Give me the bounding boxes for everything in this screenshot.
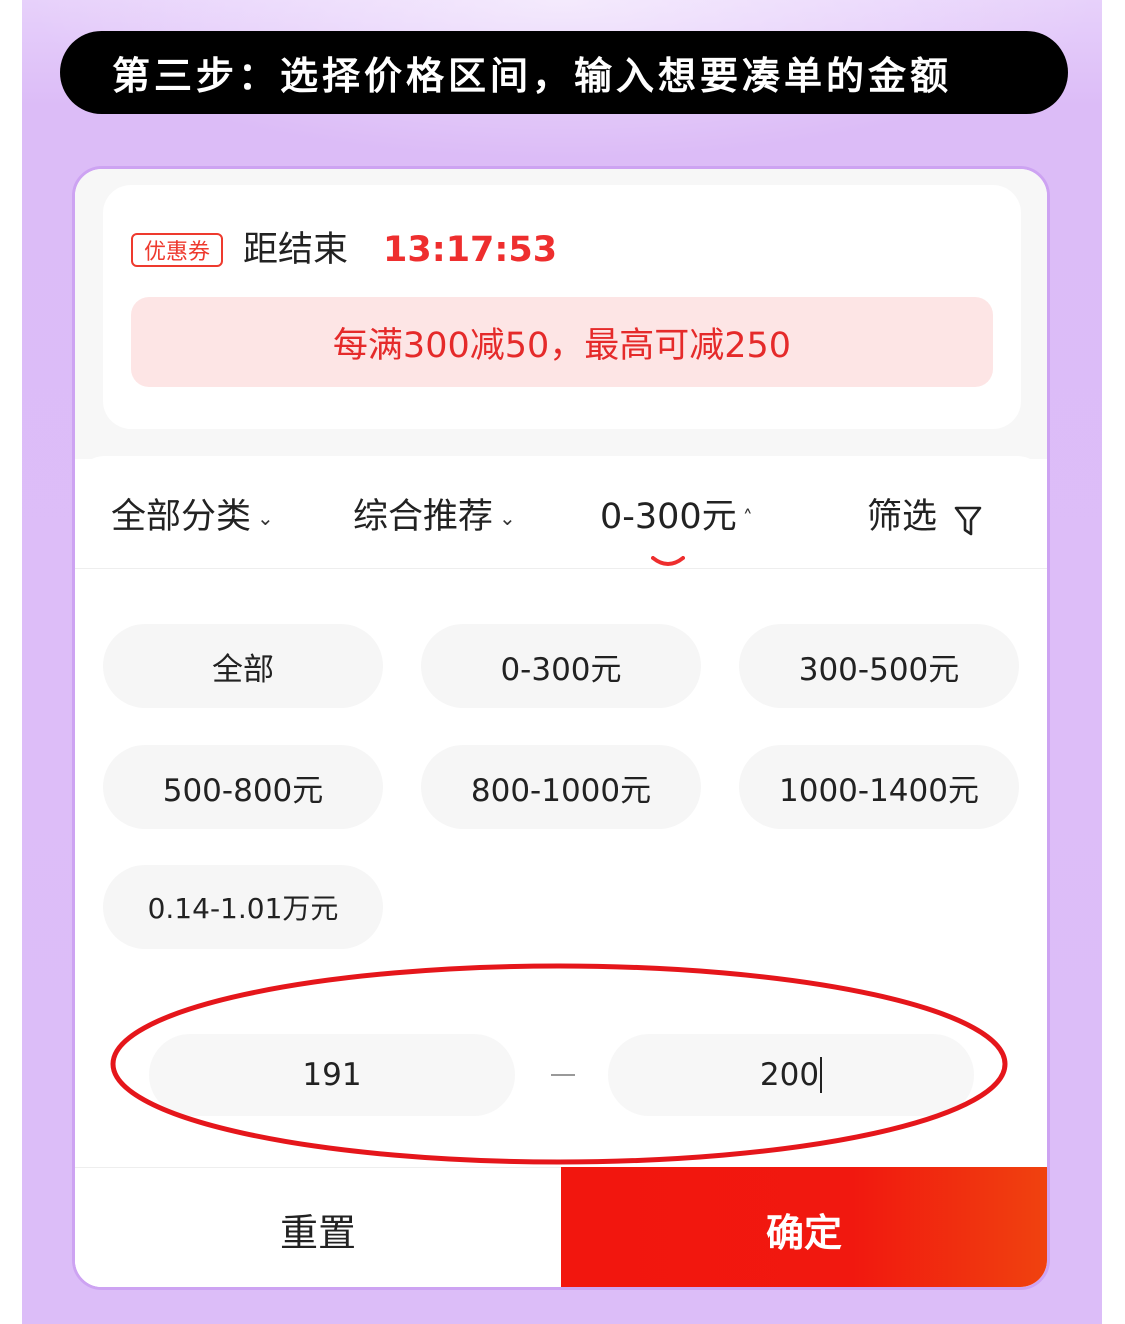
- coupon-area: 优惠券 距结束 13:17:53 每满300减50，最高可减250: [75, 169, 1047, 459]
- sort-all-categories[interactable]: 全部分类 ⌄: [111, 494, 274, 541]
- price-chip-300-500[interactable]: 300-500元: [739, 624, 1019, 708]
- discount-rule-bar: 每满300减50，最高可减250: [131, 297, 993, 387]
- confirm-button-label: 确定: [765, 1210, 842, 1255]
- min-price-input[interactable]: 191: [149, 1034, 515, 1116]
- countdown-label: 距结束: [243, 230, 349, 270]
- chevron-down-icon: ⌄: [499, 506, 516, 530]
- filter-funnel-icon[interactable]: [953, 504, 983, 538]
- price-chip-500-800[interactable]: 500-800元: [103, 745, 383, 829]
- reset-button-label: 重置: [279, 1211, 356, 1255]
- filter-area: 全部分类 ⌄ 综合推荐 ⌄ 0-300元 ˄ 筛选 全部 0-300元 300-…: [75, 456, 1047, 1287]
- chevron-up-icon: ˄: [742, 506, 753, 530]
- sort-filter-label: 筛选: [867, 497, 938, 537]
- price-chip-0-300[interactable]: 0-300元: [421, 624, 701, 708]
- coupon-tag: 优惠券: [131, 233, 223, 267]
- countdown-timer: 13:17:53: [383, 230, 558, 270]
- max-price-input[interactable]: 200: [608, 1034, 974, 1116]
- price-chip-label: 800-1000元: [470, 772, 652, 809]
- price-chip-all[interactable]: 全部: [103, 624, 383, 708]
- price-chip-label: 1000-1400元: [779, 772, 979, 809]
- confirm-button[interactable]: 确定: [561, 1167, 1047, 1287]
- min-price-value: 191: [302, 1057, 362, 1093]
- text-cursor: [820, 1057, 823, 1093]
- active-tab-indicator: [651, 556, 685, 566]
- price-chip-1000-1400[interactable]: 1000-1400元: [739, 745, 1019, 829]
- sort-filter[interactable]: 筛选: [867, 494, 937, 540]
- sort-all-categories-label: 全部分类: [111, 497, 252, 537]
- discount-rule-text: 每满300减50，最高可减250: [332, 325, 792, 366]
- filter-panel: 优惠券 距结束 13:17:53 每满300减50，最高可减250 全部分类 ⌄ …: [72, 166, 1050, 1290]
- price-chip-label: 全部: [212, 651, 274, 688]
- price-chip-0.14-1.01w[interactable]: 0.14-1.01万元: [103, 865, 383, 949]
- sort-price-range-label: 0-300元: [600, 497, 737, 537]
- sort-recommended-label: 综合推荐: [353, 497, 494, 537]
- sort-price-range[interactable]: 0-300元 ˄: [600, 494, 753, 541]
- range-separator: [551, 1074, 575, 1076]
- reset-button[interactable]: 重置: [75, 1167, 561, 1287]
- step-banner-text: 第三步：选择价格区间，输入想要凑单的金额: [112, 54, 953, 98]
- price-chip-label: 0-300元: [500, 651, 622, 688]
- price-chip-label: 300-500元: [798, 651, 960, 688]
- coupon-card: 优惠券 距结束 13:17:53 每满300减50，最高可减250: [103, 185, 1021, 429]
- price-chip-800-1000[interactable]: 800-1000元: [421, 745, 701, 829]
- price-chip-label: 500-800元: [162, 772, 324, 809]
- step-banner: 第三步：选择价格区间，输入想要凑单的金额: [60, 31, 1068, 114]
- sort-recommended[interactable]: 综合推荐 ⌄: [353, 494, 516, 541]
- chevron-down-icon: ⌄: [257, 506, 274, 530]
- max-price-value: 200: [759, 1057, 820, 1093]
- price-chip-label: 0.14-1.01万元: [147, 892, 339, 925]
- sort-bar: 全部分类 ⌄ 综合推荐 ⌄ 0-300元 ˄ 筛选: [75, 456, 1047, 569]
